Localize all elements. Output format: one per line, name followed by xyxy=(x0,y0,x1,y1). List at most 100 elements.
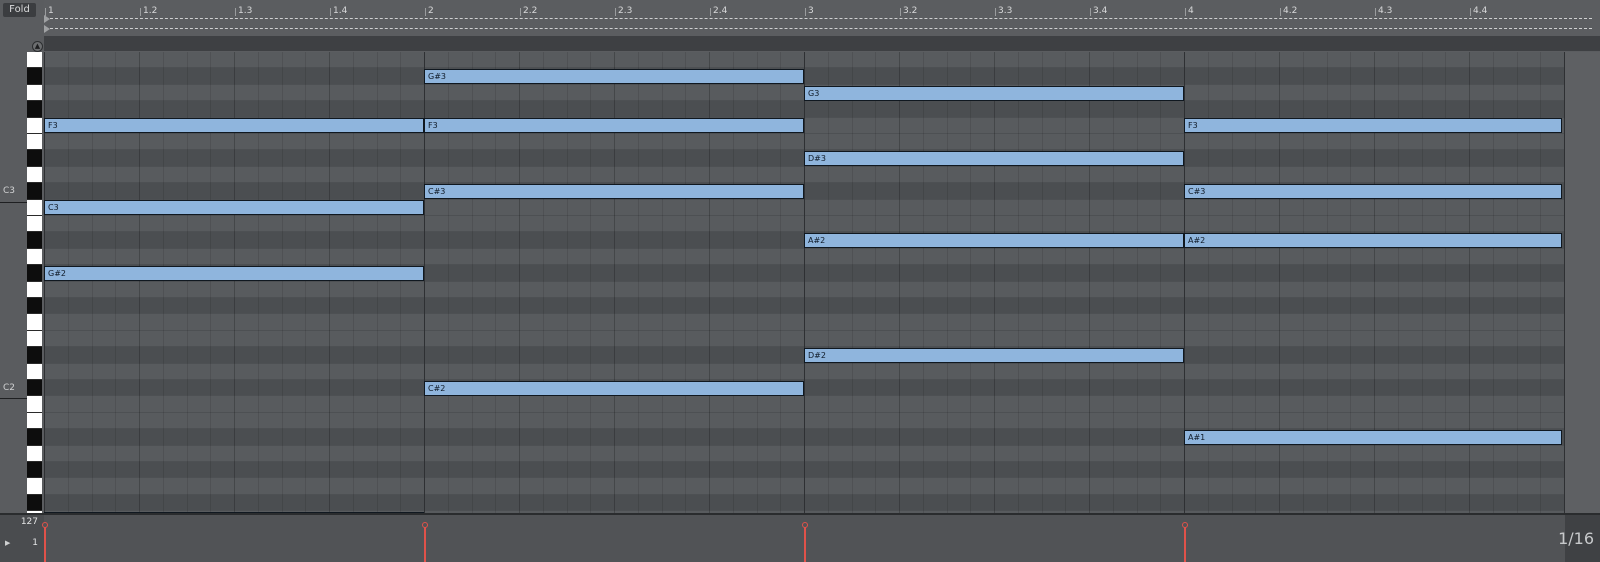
piano-key[interactable] xyxy=(27,298,42,315)
grid-line xyxy=(1041,52,1043,523)
midi-note[interactable]: F3 xyxy=(44,118,424,134)
loop-end-marker[interactable] xyxy=(44,25,50,33)
velocity-scale: 127 1 ▶ xyxy=(0,515,44,562)
piano-key[interactable] xyxy=(27,68,42,85)
grid-line xyxy=(899,52,900,523)
grid-line xyxy=(1112,52,1114,523)
loop-brace-bottom[interactable] xyxy=(50,28,1592,29)
velocity-stem[interactable] xyxy=(804,525,806,562)
velocity-stem[interactable] xyxy=(44,525,46,562)
grid-line xyxy=(994,52,995,523)
piano-keyboard[interactable] xyxy=(27,52,42,528)
ruler-tick xyxy=(710,8,711,16)
grid-line xyxy=(804,52,805,523)
grid-line xyxy=(970,52,972,523)
loop-brace-top[interactable] xyxy=(50,18,1592,19)
grid-line xyxy=(851,52,853,523)
grid-size-readout[interactable]: 1/16 xyxy=(1558,529,1594,548)
ruler-label: 3.3 xyxy=(998,6,1013,16)
velocity-handle[interactable] xyxy=(422,522,428,528)
velocity-stem[interactable] xyxy=(424,525,426,562)
ruler-label: 3 xyxy=(808,6,814,16)
piano-key[interactable] xyxy=(27,84,42,102)
ruler-tick xyxy=(1280,8,1281,16)
ruler-tick xyxy=(615,8,616,16)
ruler-label: 4.3 xyxy=(1378,6,1393,16)
velocity-stem[interactable] xyxy=(1184,525,1186,562)
grid-line xyxy=(1089,52,1090,523)
velocity-editor[interactable] xyxy=(42,515,1565,562)
midi-note[interactable]: D#2 xyxy=(804,347,1184,363)
piano-key[interactable] xyxy=(27,248,42,266)
piano-key[interactable] xyxy=(27,314,42,331)
midi-note[interactable]: C#3 xyxy=(1184,183,1562,199)
ruler-tick xyxy=(1470,8,1471,16)
midi-note[interactable]: G#3 xyxy=(424,69,804,85)
ruler-label: 1.3 xyxy=(238,6,253,16)
octave-label-c2: C2 xyxy=(3,383,16,393)
piano-key[interactable] xyxy=(27,396,42,413)
midi-note[interactable]: C3 xyxy=(44,200,424,216)
midi-note[interactable]: A#2 xyxy=(804,233,1184,249)
velocity-handle[interactable] xyxy=(1182,522,1188,528)
ruler-label: 2.3 xyxy=(618,6,633,16)
piano-key[interactable] xyxy=(27,429,42,446)
piano-key[interactable] xyxy=(27,330,42,348)
note-grid[interactable]: G#3 G3 F3 F3 F3 D#3 C#3 C#3 C3 A#2 A#2 G#2 D#2 C#2 A#1… xyxy=(44,52,1565,523)
ruler-tick xyxy=(45,8,46,16)
ruler-tick xyxy=(1185,8,1186,16)
piano-key[interactable] xyxy=(27,265,42,282)
fold-button[interactable]: Fold xyxy=(3,3,36,17)
piano-key[interactable] xyxy=(27,412,42,430)
octave-label-c3: C3 xyxy=(3,186,16,196)
velocity-handle[interactable] xyxy=(802,522,808,528)
piano-key[interactable] xyxy=(27,117,42,134)
piano-key[interactable] xyxy=(27,462,42,479)
piano-key[interactable] xyxy=(27,199,42,216)
piano-key[interactable] xyxy=(27,347,42,364)
piano-key[interactable] xyxy=(27,232,42,249)
scroll-up-icon[interactable]: ▲ xyxy=(32,41,43,52)
ruler-tick xyxy=(1090,8,1091,16)
midi-note[interactable]: G3 xyxy=(804,85,1184,101)
ruler-tick xyxy=(330,8,331,16)
play-icon[interactable]: ▶ xyxy=(5,539,10,547)
velocity-handle[interactable] xyxy=(42,522,48,528)
loop-start-marker[interactable] xyxy=(44,15,50,23)
piano-key[interactable] xyxy=(27,52,42,69)
piano-key[interactable] xyxy=(27,166,42,184)
beat-time-ruler[interactable]: 1 1.2 1.3 1.4 2 2.2 2.3 2.4 3 3.2 3.3 3.4 4 4.2 4.3 4.4 xyxy=(44,0,1600,36)
grid-line xyxy=(1136,52,1138,523)
midi-note[interactable]: F3 xyxy=(1184,118,1562,134)
ruler-tick xyxy=(805,8,806,16)
piano-key[interactable] xyxy=(27,281,42,298)
grid-line xyxy=(1160,52,1162,523)
octave-divider xyxy=(0,202,27,203)
ruler-tick xyxy=(425,8,426,16)
ruler-label: 2.4 xyxy=(713,6,728,16)
octave-divider xyxy=(0,398,27,399)
ruler-label: 4.4 xyxy=(1473,6,1488,16)
midi-note[interactable]: F3 xyxy=(424,118,804,134)
midi-note[interactable]: C#3 xyxy=(424,183,804,199)
piano-key[interactable] xyxy=(27,216,42,233)
grid-line xyxy=(827,52,829,523)
piano-key[interactable] xyxy=(27,445,42,462)
piano-key[interactable] xyxy=(27,478,42,495)
ruler-label: 3.4 xyxy=(1093,6,1108,16)
piano-key[interactable] xyxy=(27,380,42,397)
ruler-label: 1 xyxy=(48,6,54,16)
piano-key[interactable] xyxy=(27,183,42,200)
piano-key[interactable] xyxy=(27,363,42,380)
ruler-label: 1.4 xyxy=(333,6,348,16)
midi-note[interactable]: G#2 xyxy=(44,265,424,281)
midi-note[interactable]: A#2 xyxy=(1184,233,1562,249)
midi-note[interactable]: A#1 xyxy=(1184,429,1562,445)
piano-key[interactable] xyxy=(27,101,42,118)
piano-key[interactable] xyxy=(27,494,42,512)
vertical-scroll-area[interactable] xyxy=(1565,52,1600,523)
piano-key[interactable] xyxy=(27,150,42,167)
piano-key[interactable] xyxy=(27,134,42,151)
midi-note[interactable]: C#2 xyxy=(424,380,804,396)
midi-note[interactable]: D#3 xyxy=(804,151,1184,167)
